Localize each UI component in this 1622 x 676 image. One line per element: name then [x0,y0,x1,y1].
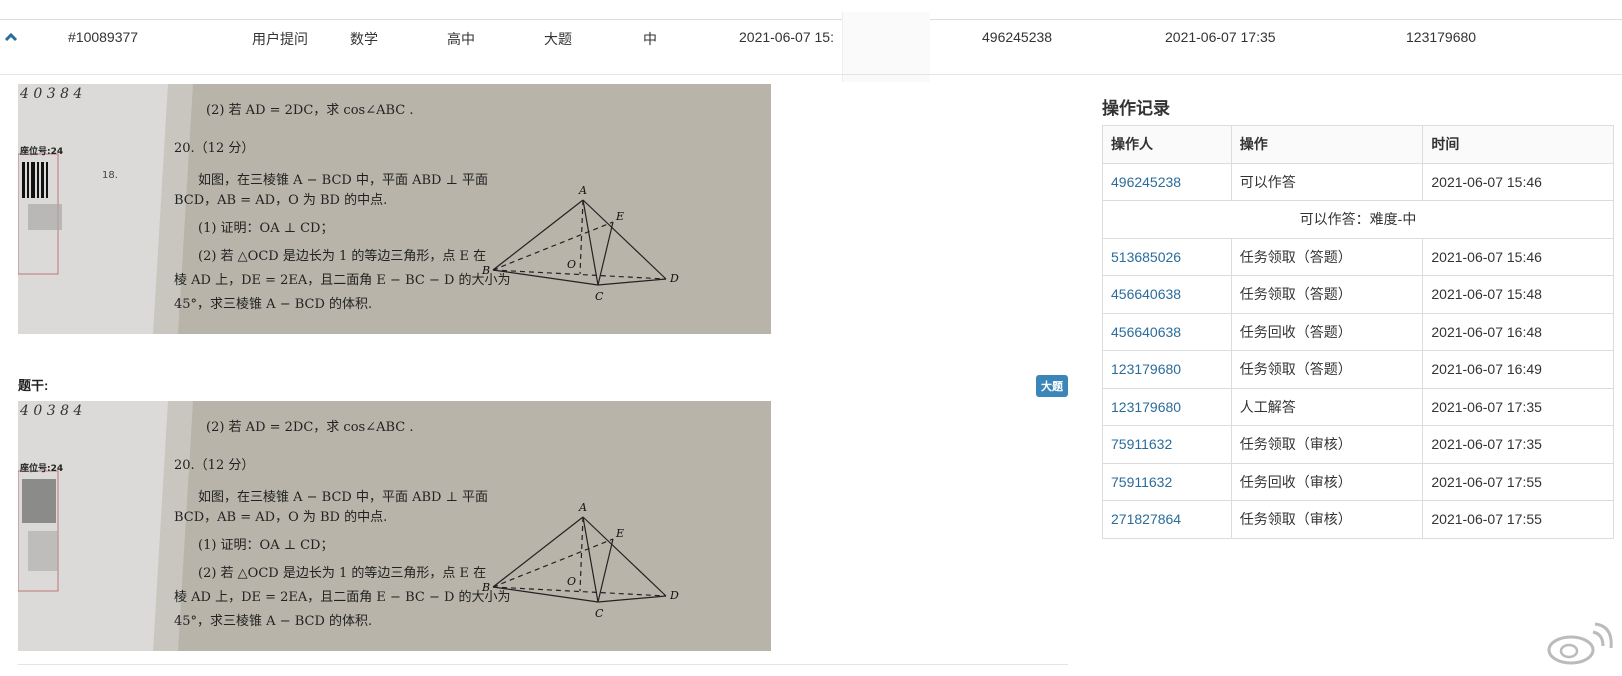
question-row: #10089377 用户提问 数学 高中 大题 中 2021-06-07 15:… [0,0,1622,82]
log-row: 456640638 任务回收（答题） 2021-06-07 16:48 [1102,312,1614,351]
log-action: 人工解答 [1230,387,1424,426]
log-note: 可以作答：难度-中 [1102,200,1614,239]
photo-line-top: (2) 若 AD = 2DC，求 cos∠ABC . [206,419,414,435]
log-row: 75911632 任务领取（审核） 2021-06-07 17:35 [1102,425,1614,464]
photo-q20: 20.（12 分） [174,141,254,156]
log-table: 操作人 操作 时间 496245238 可以作答 2021-06-07 15:4… [1102,125,1614,539]
vertex-d: D [669,589,679,602]
log-header-action: 操作 [1230,125,1424,164]
log-time: 2021-06-07 17:55 [1422,462,1614,501]
photo-p3: (1) 证明：OA ⊥ CD； [198,538,333,553]
log-user-link[interactable]: 123179680 [1102,350,1232,389]
photo-p4: (2) 若 △OCD 是边长为 1 的等边三角形，点 E 在 [198,248,486,264]
log-row: 75911632 任务回收（审核） 2021-06-07 17:55 [1102,462,1614,501]
log-action: 任务回收（审核） [1230,462,1424,501]
photo-p2: BCD，AB = AD，O 为 BD 的中点. [174,509,387,525]
log-title: 操作记录 [1102,99,1170,118]
question-creator: 496245238 [982,29,1053,45]
stem-photo: 4 0 3 8 4 座位号:24 (2) 若 AD = 2DC，求 cos∠AB… [18,401,771,651]
photo-seat: 座位号:24 [19,145,63,157]
photo-p1: 如图，在三棱锥 A − BCD 中，平面 ABD ⊥ 平面 [198,489,488,505]
vertex-e: E [615,210,624,223]
log-row: 123179680 任务领取（答题） 2021-06-07 16:49 [1102,350,1614,389]
question-level: 高中 [447,31,475,47]
log-action: 任务领取（审核） [1230,500,1424,539]
photo-p1: 如图，在三棱锥 A − BCD 中，平面 ABD ⊥ 平面 [198,172,488,188]
log-header-user: 操作人 [1102,125,1232,164]
log-row: 271827864 任务领取（审核） 2021-06-07 17:55 [1102,500,1614,539]
photo-p4: (2) 若 △OCD 是边长为 1 的等边三角形，点 E 在 [198,565,486,581]
vertex-b: B [481,581,490,594]
log-time: 2021-06-07 15:48 [1422,275,1614,314]
vertex-a: A [578,184,587,197]
photo-q18: 18. [102,170,118,181]
log-user-link[interactable]: 123179680 [1102,387,1232,426]
photo-line-top: (2) 若 AD = 2DC，求 cos∠ABC . [206,102,414,118]
row-bottom-border [0,74,1622,75]
vertex-a: A [578,501,587,514]
log-action: 可以作答 [1230,162,1424,201]
question-source: 用户提问 [252,31,308,47]
log-row: 513685026 任务领取（答题） 2021-06-07 15:46 [1102,237,1614,276]
vertex-e: E [615,527,624,540]
question-photo: 4 0 3 8 4 座位号:24 18. (2) 若 AD = 2DC，求 co… [18,84,771,334]
log-user-link[interactable]: 75911632 [1102,462,1232,501]
log-action: 任务回收（答题） [1230,312,1424,351]
question-id: #10089377 [68,29,139,45]
vertex-c: C [595,607,604,620]
photo-p2: BCD，AB = AD，O 为 BD 的中点. [174,192,387,208]
log-action: 任务领取（答题） [1230,350,1424,389]
photo-p5: 棱 AD 上，DE = 2EA，且二面角 E − BC − D 的大小为 [174,589,511,605]
log-action: 任务领取（答题） [1230,275,1424,314]
vertex-o: O [567,575,576,588]
question-created-time: 2021-06-07 15: [739,29,834,45]
log-note-row: 可以作答：难度-中 [1102,200,1614,239]
question-subject: 数学 [350,31,378,47]
log-user-link[interactable]: 75911632 [1102,425,1232,464]
question-type-badge: 大题 [1036,375,1068,397]
log-user-link[interactable]: 456640638 [1102,275,1232,314]
photo-q20: 20.（12 分） [174,458,254,473]
photo-p6: 45°，求三棱锥 A − BCD 的体积. [174,613,372,629]
vertex-b: B [481,264,490,277]
question-difficulty: 中 [643,31,657,47]
log-time: 2021-06-07 15:46 [1422,162,1614,201]
log-time: 2021-06-07 17:35 [1422,387,1614,426]
log-user-link[interactable]: 456640638 [1102,312,1232,351]
log-header-time: 时间 [1422,125,1614,164]
log-row: 456640638 任务领取（答题） 2021-06-07 15:48 [1102,275,1614,314]
log-user-link[interactable]: 271827864 [1102,500,1232,539]
log-header-row: 操作人 操作 时间 [1102,125,1614,164]
weibo-icon [1545,620,1615,666]
vertex-c: C [595,290,604,303]
photo-p6: 45°，求三棱锥 A − BCD 的体积. [174,296,372,312]
log-user-link[interactable]: 496245238 [1102,162,1232,201]
photo-numbers: 4 0 3 8 4 [19,403,82,419]
log-action: 任务领取（答题） [1230,237,1424,276]
stem-label: 题干: [18,378,49,393]
chevron-up-icon[interactable] [4,30,18,44]
question-updated-time: 2021-06-07 17:35 [1165,29,1276,45]
log-time: 2021-06-07 15:46 [1422,237,1614,276]
photo-seat: 座位号:24 [19,462,63,474]
log-row: 496245238 可以作答 2021-06-07 15:46 [1102,162,1614,201]
redacted-area [842,12,930,82]
log-row: 123179680 人工解答 2021-06-07 17:35 [1102,387,1614,426]
row-top-border [0,19,1622,20]
photo-p5: 棱 AD 上，DE = 2EA，且二面角 E − BC − D 的大小为 [174,272,511,288]
log-time: 2021-06-07 17:55 [1422,500,1614,539]
photo-p3: (1) 证明：OA ⊥ CD； [198,221,333,236]
log-action: 任务领取（审核） [1230,425,1424,464]
question-updater: 123179680 [1406,29,1477,45]
vertex-o: O [567,258,576,271]
bottom-divider [18,664,1068,665]
log-user-link[interactable]: 513685026 [1102,237,1232,276]
log-time: 2021-06-07 17:35 [1422,425,1614,464]
log-time: 2021-06-07 16:48 [1422,312,1614,351]
vertex-d: D [669,272,679,285]
question-type: 大题 [544,31,572,47]
photo-numbers: 4 0 3 8 4 [19,86,82,102]
log-time: 2021-06-07 16:49 [1422,350,1614,389]
